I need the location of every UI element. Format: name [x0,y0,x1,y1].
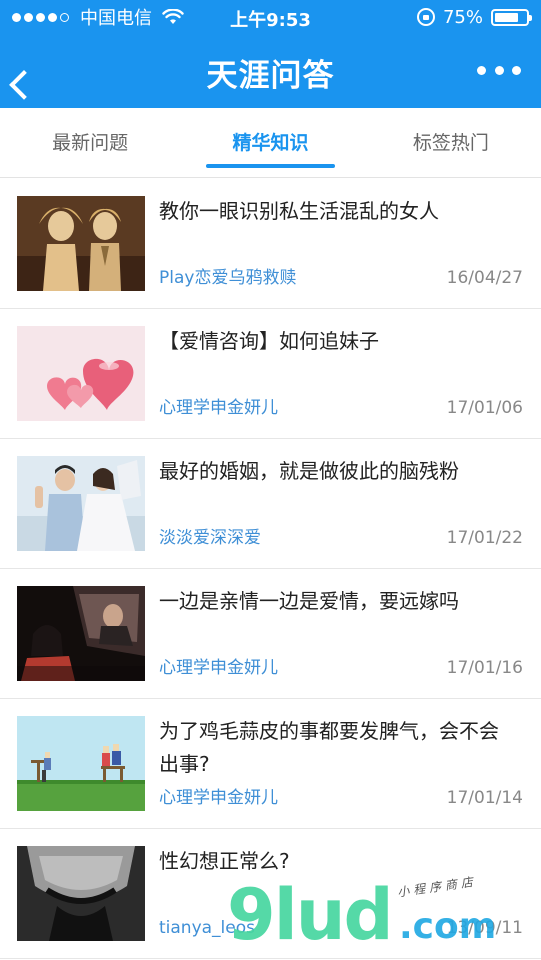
rotation-lock-icon [416,8,435,26]
tab-popular-tags[interactable]: 标签热门 [361,108,541,177]
item-title: 最好的婚姻，就是做彼此的脑残粉 [159,459,459,483]
thumbnail-image [17,326,145,421]
item-author[interactable]: 心理学申金妍儿 [159,783,278,808]
status-bar: 中国电信 上午9:53 75% [0,0,541,36]
battery-fill [495,12,518,22]
item-date: 16/04/27 [446,268,523,288]
category-tabs: 最新问题 精华知识 标签热门 [0,108,541,178]
thumbnail-image [17,846,145,941]
item-title: 【爱情咨询】如何追妹子 [159,329,379,353]
battery-icon [491,8,532,26]
battery-percent: 75% [442,6,483,28]
thumbnail-image [17,456,145,551]
item-date: 17/01/14 [446,788,523,808]
item-title: 性幻想正常么? [159,849,290,873]
app-header: 中国电信 上午9:53 75% 天涯问答 [0,0,541,108]
page-title: 天涯问答 [206,58,335,94]
more-dot-icon [494,65,504,75]
thumbnail-image [17,586,145,681]
article-list: 教你一眼识别私生活混乱的女人 Play恋爱乌鸦救赎 16/04/27 【爱情咨询… [0,179,541,959]
list-item[interactable]: 最好的婚姻，就是做彼此的脑残粉 淡淡爱深深爱 17/01/22 [0,439,541,569]
list-item[interactable]: 为了鸡毛蒜皮的事都要发脾气，会不会出事? 心理学申金妍儿 17/01/14 [0,699,541,829]
more-options-button[interactable] [477,60,521,80]
item-title: 一边是亲情一边是爱情，要远嫁吗 [159,589,459,613]
item-date: 13/09/11 [446,918,523,938]
item-title: 为了鸡毛蒜皮的事都要发脾气，会不会出事? [159,719,499,776]
tab-latest-questions[interactable]: 最新问题 [0,108,180,177]
list-item[interactable]: 教你一眼识别私生活混乱的女人 Play恋爱乌鸦救赎 16/04/27 [0,179,541,309]
item-author[interactable]: 心理学申金妍儿 [159,653,278,678]
thumbnail-image [17,196,145,291]
list-item[interactable]: 一边是亲情一边是爱情，要远嫁吗 心理学申金妍儿 17/01/16 [0,569,541,699]
more-dot-icon [512,65,521,75]
more-dot-icon [477,65,486,75]
navigation-bar: 天涯问答 [0,36,541,108]
list-item[interactable]: 【爱情咨询】如何追妹子 心理学申金妍儿 17/01/06 [0,309,541,439]
status-right: 75% [416,6,532,28]
item-author[interactable]: Play恋爱乌鸦救赎 [159,263,296,288]
item-author[interactable]: 心理学申金妍儿 [159,393,278,418]
list-item[interactable]: 性幻想正常么? tianya_leos 13/09/11 [0,829,541,959]
tab-featured-knowledge[interactable]: 精华知识 [180,108,360,177]
thumbnail-image [17,716,145,811]
item-author[interactable]: tianya_leos [159,918,255,938]
item-date: 17/01/16 [446,658,523,678]
item-author[interactable]: 淡淡爱深深爱 [159,523,261,548]
item-date: 17/01/22 [446,528,523,548]
item-title: 教你一眼识别私生活混乱的女人 [159,199,439,223]
item-date: 17/01/06 [446,398,523,418]
